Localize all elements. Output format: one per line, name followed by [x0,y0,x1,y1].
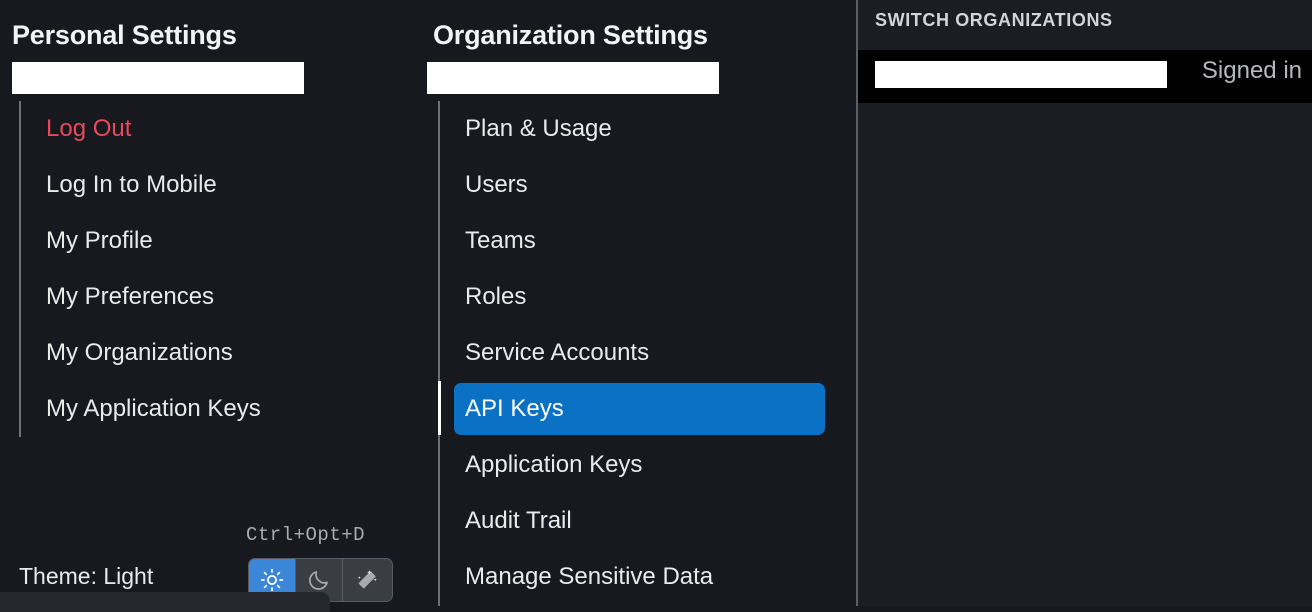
switch-organizations-panel: SWITCH ORGANIZATIONS Signed in [858,0,1312,606]
menu-item-label: Teams [465,227,536,254]
menu-item-my-organizations[interactable]: My Organizations [0,325,425,381]
menu-item-manage-sensitive-data[interactable]: Manage Sensitive Data [425,549,858,605]
menu-item-audit-trail[interactable]: Audit Trail [425,493,858,549]
menu-item-label: Roles [465,283,527,310]
menu-item-label: Users [465,171,528,198]
personal-settings-column: Personal Settings Log Out Log In to Mobi… [0,0,425,612]
moon-icon [307,568,331,592]
menu-item-log-out[interactable]: Log Out [0,101,425,157]
menu-item-label: Service Accounts [465,339,650,366]
menu-item-label: My Preferences [46,283,215,310]
personal-settings-menu: Log Out Log In to Mobile My Profile My P… [0,101,425,437]
menu-item-my-preferences[interactable]: My Preferences [0,269,425,325]
personal-settings-title: Personal Settings [12,20,237,50]
menu-item-plan-and-usage[interactable]: Plan & Usage [425,101,858,157]
menu-item-api-keys[interactable]: API Keys [425,381,858,437]
menu-item-label: My Organizations [46,339,233,366]
menu-item-label: Audit Trail [465,507,572,534]
organization-name-redacted [875,61,1167,88]
magic-wand-icon [355,568,379,592]
menu-item-label: Log In to Mobile [46,171,217,198]
settings-menu-screen: Personal Settings Log Out Log In to Mobi… [0,0,1312,612]
menu-item-label: Log Out [46,115,132,142]
menu-item-application-keys[interactable]: Application Keys [425,437,858,493]
theme-label: Theme: Light [19,563,154,589]
theme-option-auto[interactable] [343,559,390,601]
menu-item-label: Manage Sensitive Data [465,563,714,590]
personal-search-input[interactable] [12,62,304,94]
menu-item-teams[interactable]: Teams [425,213,858,269]
signed-in-status: Signed in [1201,57,1302,84]
menu-item-label: My Application Keys [46,395,261,422]
menu-item-log-in-to-mobile[interactable]: Log In to Mobile [0,157,425,213]
menu-item-service-accounts[interactable]: Service Accounts [425,325,858,381]
menu-item-my-profile[interactable]: My Profile [0,213,425,269]
theme-shortcut-hint: Ctrl+Opt+D [246,524,366,546]
organization-settings-title: Organization Settings [433,20,708,50]
organization-list-item[interactable]: Signed in [858,50,1312,103]
menu-item-label: API Keys [465,395,564,422]
menu-item-users[interactable]: Users [425,157,858,213]
menu-item-roles[interactable]: Roles [425,269,858,325]
menu-item-label: Application Keys [465,451,643,478]
organization-search-input[interactable] [427,62,719,94]
menu-item-label: Plan & Usage [465,115,612,142]
organization-settings-menu: Plan & Usage Users Teams Roles Service A… [425,101,858,605]
bottom-overlay-panel [0,592,330,612]
menu-item-my-application-keys[interactable]: My Application Keys [0,381,425,437]
menu-item-label: My Profile [46,227,153,254]
sun-icon [260,568,284,592]
switch-organizations-title: SWITCH ORGANIZATIONS [875,10,1113,30]
